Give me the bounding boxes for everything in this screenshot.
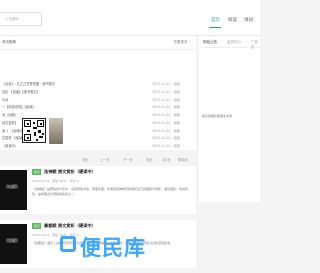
watermark-text: 便民库 bbox=[80, 236, 146, 260]
nav-poetry[interactable]: 诗词 bbox=[244, 17, 253, 23]
page-count: 共5页 bbox=[162, 158, 171, 162]
tab-notice[interactable]: 网站公告 bbox=[203, 40, 217, 45]
card-title: 资讯推荐 bbox=[2, 40, 16, 44]
qr-code-image bbox=[22, 118, 46, 143]
sidebar-desc: 联系客服获取更多资源 bbox=[202, 114, 233, 118]
sidebar-panel: 网站公告 会员中心 广告位 联系客服获取更多资源 bbox=[199, 36, 260, 202]
more-link[interactable]: 查看更多 › bbox=[173, 40, 190, 45]
top-navbar: 入关键字 首页 阅读 诗词 bbox=[0, 0, 260, 36]
search-input[interactable]: 入关键字 bbox=[0, 12, 42, 26]
list-item[interactable]: 谈论 【阅读】【读书笔记】 2023-11-21 · 阅读 bbox=[0, 87, 196, 95]
article-item[interactable]: 《仙赋》 诗词 洛神赋 原文赏析（硬读中） 2023-11-21 · 阅读 20… bbox=[0, 166, 196, 214]
page-jump[interactable]: 跳转到 bbox=[178, 157, 188, 162]
tab-member[interactable]: 会员中心 bbox=[227, 40, 241, 45]
pagination: 首页 上一页 下一页 末页 共5页 跳转到 bbox=[78, 156, 196, 164]
list-item[interactable]: 一【精读诗词】【阅读】 2023-11-21 · 阅读 bbox=[0, 102, 196, 110]
card-header: 资讯推荐 查看更多 › bbox=[0, 36, 196, 50]
article-meta: 2023-11-21 · 阅读 2031 · 评论 0 bbox=[32, 179, 79, 183]
nav-home[interactable]: 首页 bbox=[211, 17, 220, 23]
page-next[interactable]: 下一页 bbox=[123, 157, 133, 162]
profile-photo bbox=[49, 118, 63, 144]
nav-reading[interactable]: 阅读 bbox=[228, 17, 237, 23]
sidebar-tabs: 网站公告 会员中心 广告位 bbox=[199, 36, 260, 50]
list-item[interactable]: 《北京》- 孔乙己先秀的图 · 读书笔记 2023-11-21 · 阅读 bbox=[0, 79, 196, 87]
page-last[interactable]: 末页 bbox=[146, 157, 152, 162]
article-title[interactable]: 洛神赋 原文赏析（硬读中） bbox=[44, 169, 96, 175]
tab-ads[interactable]: 广告位 bbox=[251, 40, 260, 50]
active-nav-indicator bbox=[209, 27, 221, 28]
list-item[interactable]: 诗（阅读） 2023-11-21 · 阅读 bbox=[0, 110, 196, 118]
article-title[interactable]: 秦都赋 原文赏析（硬读中） bbox=[44, 223, 96, 229]
article-thumbnail[interactable]: 《思赋》 bbox=[0, 224, 27, 264]
article-thumbnail[interactable]: 《仙赋》 bbox=[0, 170, 27, 210]
page-first[interactable]: 首页 bbox=[82, 157, 88, 162]
category-tag[interactable]: 诗词 bbox=[32, 223, 41, 229]
watermark-logo-icon bbox=[60, 236, 76, 252]
category-tag[interactable]: 诗词 bbox=[32, 169, 41, 175]
page-prev[interactable]: 上一页 bbox=[100, 157, 110, 162]
article-excerpt: 《洛神赋》是曹植的代表作，全篇想象丰富，辞藻华美。作者借洛神的形象寄托自己的理想… bbox=[32, 187, 189, 196]
